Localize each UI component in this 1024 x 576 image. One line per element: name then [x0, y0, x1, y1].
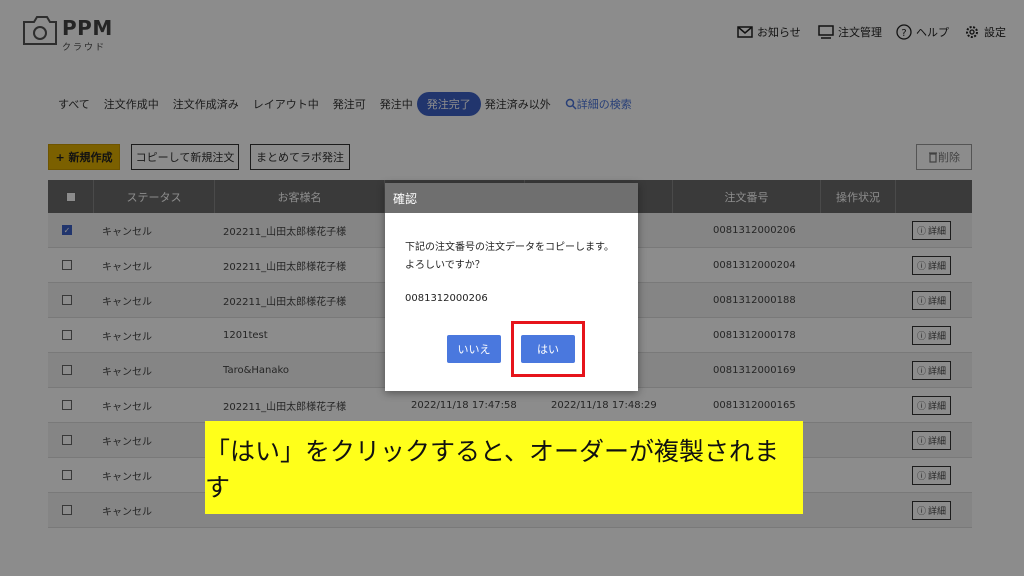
dialog-title: 確認 [385, 183, 638, 213]
dialog-message-line2: よろしいですか？ [405, 260, 485, 271]
no-button[interactable]: いいえ [447, 335, 501, 363]
dialog-message-line1: 下記の注文番号の注文データをコピーします。 [405, 242, 614, 253]
dialog-message: 下記の注文番号の注文データをコピーします。 よろしいですか？ [405, 239, 625, 275]
dialog-order-number: 0081312000206 [405, 293, 488, 304]
yes-button-highlight-box [511, 321, 585, 377]
tutorial-caption: 「はい」をクリックすると、オーダーが複製されます [205, 421, 803, 514]
